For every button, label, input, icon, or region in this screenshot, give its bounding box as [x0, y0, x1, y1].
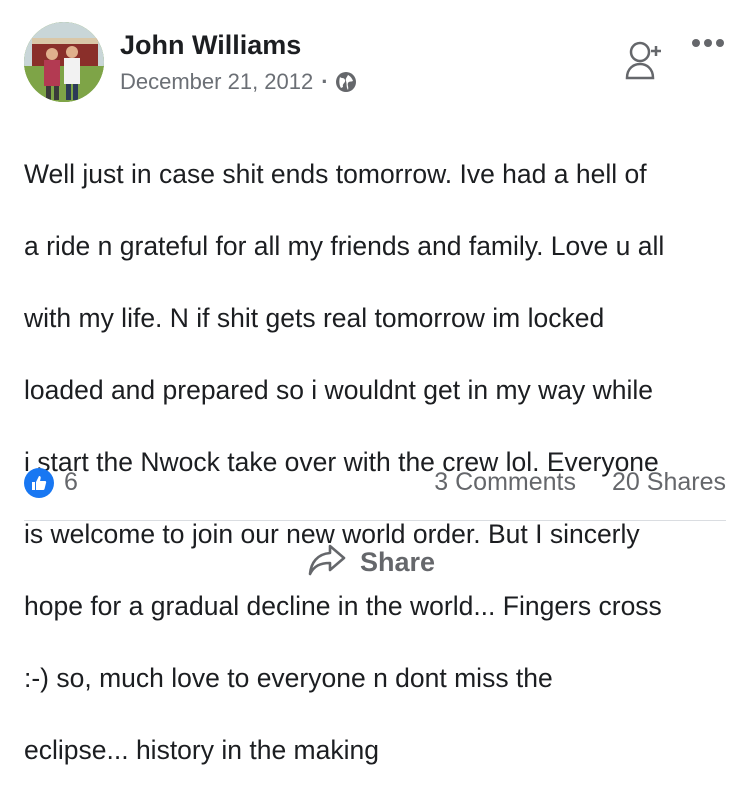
avatar[interactable]	[24, 22, 104, 102]
post-header: John Williams December 21, 2012 ·	[24, 22, 726, 106]
post-meta: December 21, 2012 ·	[120, 69, 357, 95]
post-text-line: with my life. N if shit gets real tomorr…	[24, 303, 605, 333]
post-text-line: :-) so, much love to everyone n dont mis…	[24, 663, 553, 693]
globe-icon	[335, 71, 357, 93]
shares-count[interactable]: 20 Shares	[612, 468, 726, 497]
dot-icon	[716, 39, 724, 47]
share-arrow-icon	[308, 543, 346, 582]
add-friend-icon[interactable]	[624, 36, 664, 84]
meta-separator: ·	[321, 69, 329, 94]
divider	[24, 520, 726, 521]
post-text-line: eclipse... history in the making	[24, 735, 379, 765]
post-text-line: hope for a gradual decline in the world.…	[24, 591, 662, 621]
share-button[interactable]: Share	[308, 540, 435, 584]
share-label: Share	[360, 546, 436, 577]
thumbs-up-icon[interactable]	[24, 468, 54, 498]
dot-icon	[704, 39, 712, 47]
post-text-line: loaded and prepared so i wouldnt get in …	[24, 375, 654, 405]
like-count[interactable]: 6	[64, 468, 78, 497]
post-text-line: a ride n grateful for all my friends and…	[24, 231, 665, 261]
post-stats: 6 3 Comments 20 Shares	[24, 466, 726, 500]
post-date[interactable]: December 21, 2012	[120, 69, 313, 95]
dot-icon	[692, 39, 700, 47]
post-text-line: Well just in case shit ends tomorrow. Iv…	[24, 159, 647, 189]
more-options-icon[interactable]	[692, 36, 728, 50]
comments-count[interactable]: 3 Comments	[434, 468, 576, 497]
post-text: Well just in case shit ends tomorrow. Iv…	[24, 120, 734, 804]
author-name[interactable]: John Williams	[120, 30, 301, 61]
